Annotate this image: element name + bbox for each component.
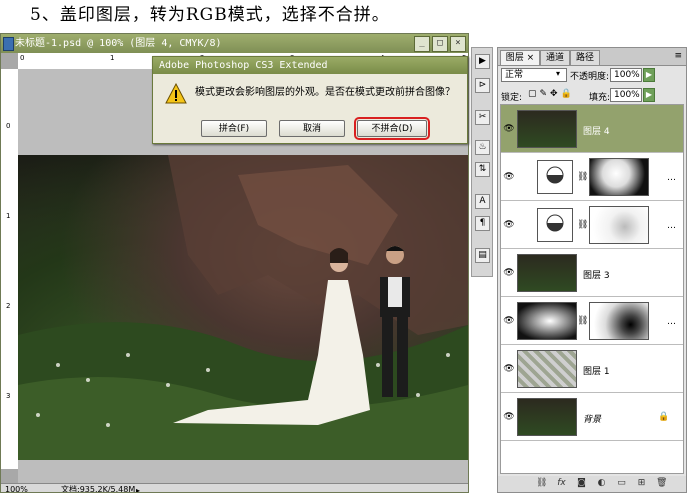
chain-icon[interactable]: ⛓ [577, 220, 588, 230]
adjustment-thumbnail [537, 160, 573, 194]
ps-doc-icon [3, 37, 14, 51]
layer-thumbnail [517, 254, 577, 292]
cancel-button[interactable]: 取消 [279, 120, 345, 137]
layer-name: 图层 3 [583, 271, 610, 281]
layer-thumbnail [517, 398, 577, 436]
fill-input[interactable]: 100% [610, 88, 642, 102]
eye-icon[interactable]: 👁 [503, 220, 515, 230]
mask-icon[interactable]: ◙ [576, 478, 587, 489]
layer-name: 图层 4 [583, 127, 610, 137]
navigator-icon[interactable]: ⊳ [475, 78, 490, 93]
adjustment-icon[interactable]: ◐ [596, 478, 607, 489]
more-icon: … [667, 173, 676, 183]
chain-icon[interactable]: ⛓ [577, 172, 588, 182]
scissors-icon[interactable]: ✂ [475, 110, 490, 125]
ruler-left: 0 1 2 3 [1, 69, 19, 469]
trash-icon[interactable]: 🗑 [656, 478, 667, 489]
mask-thumbnail [589, 158, 649, 196]
adjustment-icon [546, 166, 564, 184]
eye-icon[interactable]: 👁 [503, 268, 515, 278]
tutorial-caption: 5、盖印图层，转为RGB模式，选择不合拼。 [30, 5, 390, 25]
layer-thumbnail [517, 350, 577, 388]
canvas-pasteboard-bottom [18, 460, 468, 484]
layer-comps-icon[interactable]: ⇅ [475, 162, 490, 177]
panel-tabs: 图层 × 通道 路径 ≡ [498, 48, 686, 66]
eye-icon[interactable]: 👁 [503, 124, 515, 134]
chevron-down-icon[interactable]: ▾ [556, 69, 560, 78]
eye-icon[interactable]: 👁 [503, 412, 515, 422]
chain-icon[interactable]: ⛓ [577, 316, 588, 326]
layer-row[interactable]: 👁 ⛓ … [501, 201, 683, 249]
character-icon[interactable]: A [475, 194, 490, 209]
ruler-label: 2 [6, 302, 11, 310]
flatten-button[interactable]: 拼合(F) [201, 120, 267, 137]
document-title: 未标题-1.psd @ 100% (图层 4, CMYK/8) [15, 38, 222, 49]
layer-name: 背景 [583, 415, 602, 425]
eye-icon[interactable]: 👁 [503, 172, 515, 182]
eye-icon[interactable]: 👁 [503, 364, 515, 374]
layer-name: 图层 1 [583, 367, 610, 377]
fx-icon[interactable]: fx [556, 478, 567, 489]
tool-strip: ▶ ⊳ ✂ ♨ ⇅ A ¶ ▤ [471, 47, 493, 277]
clone-source-icon[interactable]: ♨ [475, 140, 490, 155]
opacity-label: 不透明度: [570, 72, 610, 82]
dont-flatten-button[interactable]: 不拼合(D) [354, 117, 430, 140]
dialog-message: 模式更改会影响图层的外观。是否在模式更改前拼合图像？ [195, 87, 455, 98]
lock-icon: 🔒 [658, 412, 670, 422]
dialog-title-bar[interactable]: Adobe Photoshop CS3 Extended [153, 57, 467, 74]
ruler-label: 0 [20, 54, 25, 62]
opacity-arrow-icon[interactable]: ▶ [643, 68, 655, 82]
warning-icon [165, 83, 187, 104]
ruler-label: 3 [6, 392, 11, 400]
close-icon[interactable]: × [450, 36, 466, 52]
wedding-photo-canvas[interactable] [18, 155, 468, 460]
opacity-input[interactable]: 100% [610, 68, 642, 82]
lock-icons[interactable]: ▢✎✥🔒 [528, 89, 575, 99]
fill-label: 填充: [589, 93, 611, 103]
ruler-label: 1 [6, 212, 11, 220]
layer-row[interactable]: 👁 ⛓ … [501, 153, 683, 201]
ruler-label: 1 [110, 54, 115, 62]
panel-bottom-bar: ⛓ fx ◙ ◐ ▭ ⊞ 🗑 [498, 476, 686, 492]
tab-channels[interactable]: 通道 [540, 50, 570, 65]
layer-thumbnail [517, 302, 577, 340]
tab-layers[interactable]: 图层 × [500, 50, 540, 65]
adjustment-thumbnail [537, 208, 573, 242]
layer-row[interactable]: 👁 图层 3 [501, 249, 683, 297]
doc-size: 文档:935.2K/5.48M [61, 485, 136, 493]
lock-label: 锁定: [501, 93, 523, 103]
mask-thumbnail [589, 206, 649, 244]
tab-paths[interactable]: 路径 [570, 50, 600, 65]
status-arrow-icon[interactable]: ▸ [136, 485, 140, 492]
folder-icon[interactable]: ▭ [616, 478, 627, 489]
more-icon: … [667, 221, 676, 231]
mode-change-dialog: Adobe Photoshop CS3 Extended 模式更改会影响图层的外… [152, 56, 468, 144]
link-icon[interactable]: ⛓ [536, 478, 547, 489]
mask-thumbnail [589, 302, 649, 340]
paragraph-icon[interactable]: ¶ [475, 216, 490, 231]
maximize-icon[interactable]: □ [432, 36, 448, 52]
info-icon[interactable]: ▤ [475, 248, 490, 263]
layer-row[interactable]: 👁 图层 1 [501, 345, 683, 393]
adjustment-icon [546, 214, 564, 232]
more-icon: … [667, 317, 676, 327]
minimize-icon[interactable]: _ [414, 36, 430, 52]
layer-row[interactable]: 👁 背景 🔒 [501, 393, 683, 441]
play-icon[interactable]: ▶ [475, 54, 490, 69]
eye-icon[interactable]: 👁 [503, 316, 515, 326]
layer-row[interactable]: 👁 ⛓ … [501, 297, 683, 345]
layers-list: 👁 图层 4 👁 ⛓ … 👁 ⛓ … 👁 图层 3 👁 ⛓ … 👁 图层 1 👁… [500, 104, 684, 474]
layer-row[interactable]: 👁 图层 4 [501, 105, 683, 153]
new-layer-icon[interactable]: ⊞ [636, 478, 647, 489]
panel-menu-icon[interactable]: ≡ [674, 51, 682, 61]
zoom-level[interactable]: 100% [5, 484, 28, 492]
status-bar: 100% 文档:935.2K/5.48M ▸ [1, 483, 468, 493]
document-title-bar[interactable]: 未标题-1.psd @ 100% (图层 4, CMYK/8) _ □ × [1, 34, 468, 53]
fill-arrow-icon[interactable]: ▶ [643, 88, 655, 102]
layer-thumbnail [517, 110, 577, 148]
dialog-title: Adobe Photoshop CS3 Extended [159, 60, 328, 71]
layers-panel: 图层 × 通道 路径 ≡ 正常 ▾ 不透明度: 100% ▶ 锁定: ▢✎✥🔒 … [497, 47, 687, 493]
photo-illustration [18, 155, 468, 460]
ruler-label: 0 [6, 122, 11, 130]
